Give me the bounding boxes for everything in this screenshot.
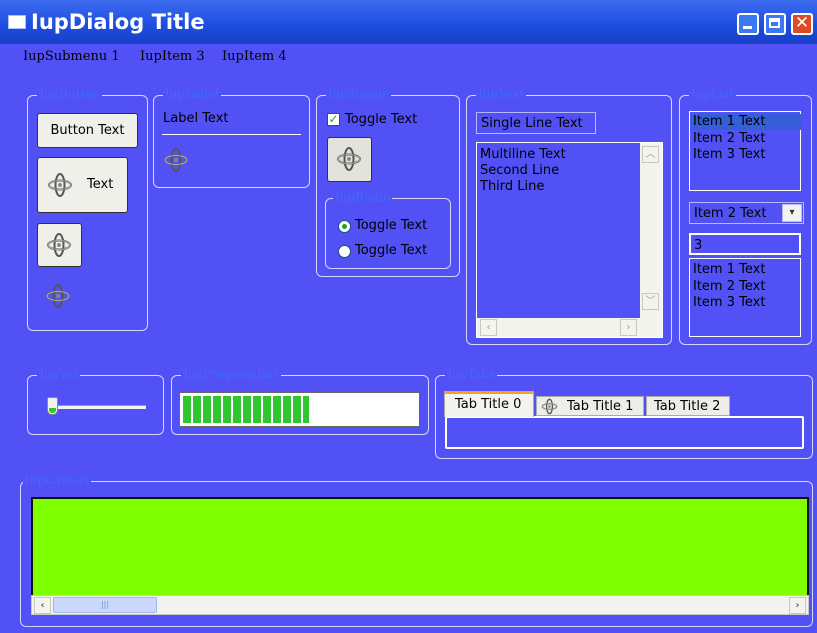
tab-title-2[interactable]: Tab Title 2 <box>646 396 730 416</box>
progress-fill <box>183 396 309 423</box>
iuplabel-legend: IupLabel <box>163 87 221 101</box>
multiline-line: Third Line <box>480 179 545 194</box>
scroll-right-icon[interactable]: › <box>620 319 637 336</box>
gimbal-icon <box>337 147 361 171</box>
iupcanvas-legend: IupCanvas <box>23 473 92 487</box>
scroll-right-icon[interactable]: › <box>789 597 806 614</box>
menu-item-3[interactable]: IupItem 3 <box>140 49 205 64</box>
toggle-label[interactable]: Toggle Text <box>345 112 417 127</box>
iuptext-legend: IupText <box>476 87 526 101</box>
maximize-button[interactable] <box>764 13 786 35</box>
multiline-line: Second Line <box>480 163 560 178</box>
iupval-legend: IupVal <box>37 367 80 381</box>
multiline-text-input[interactable]: Multiline Text Second Line Third Line ︿ … <box>476 142 663 338</box>
iupbutton-legend: IupButton <box>37 87 103 101</box>
chevron-down-icon[interactable]: ▾ <box>782 204 802 222</box>
vertical-scrollbar[interactable]: ︿ ﹀ <box>640 143 662 318</box>
horizontal-scrollbar[interactable]: ‹ › <box>477 318 662 337</box>
list-box-2[interactable]: Item 1 Text Item 2 Text Item 3 Text <box>689 258 801 337</box>
toggle-checkbox[interactable]: ✓ <box>327 113 340 126</box>
iuptabs-legend: IupTabs <box>445 367 498 381</box>
radio-button-1[interactable] <box>338 220 351 233</box>
scroll-up-icon[interactable]: ︿ <box>642 146 659 163</box>
window-icon <box>8 15 26 29</box>
tab-title-1-label: Tab Title 1 <box>567 399 634 414</box>
iupprogressbar-legend: IupProgressBar <box>181 367 281 381</box>
window-title: IupDialog Title <box>31 10 205 34</box>
label-separator <box>162 134 301 135</box>
scroll-down-icon[interactable]: ﹀ <box>642 293 659 310</box>
image-button[interactable] <box>37 223 82 267</box>
list-box-1[interactable]: Item 1 Text Item 2 Text Item 3 Text <box>689 111 801 191</box>
image-text-button[interactable]: Text <box>37 157 128 213</box>
text-button[interactable]: Button Text <box>37 113 138 148</box>
scroll-left-icon[interactable]: ‹ <box>480 319 497 336</box>
tab-title-0[interactable]: Tab Title 0 <box>444 391 534 417</box>
radio-label-1[interactable]: Toggle Text <box>355 218 427 233</box>
menu-submenu-1[interactable]: IupSubmenu 1 <box>23 49 120 64</box>
gimbal-icon[interactable] <box>45 283 71 309</box>
gimbal-icon <box>164 148 188 172</box>
gimbal-icon <box>48 173 72 197</box>
list-item[interactable]: Item 2 Text <box>693 279 765 295</box>
canvas-area[interactable] <box>31 497 809 597</box>
val-track[interactable] <box>48 405 146 409</box>
iuplist-legend: IupList <box>689 87 736 101</box>
dialog-window: IupDialog Title ✕ IupSubmenu 1 IupItem 3… <box>0 0 817 633</box>
single-line-text-input[interactable]: Single Line Text <box>476 112 596 134</box>
iupradio-frame: IupRadio <box>325 190 451 269</box>
dropdown-value: Item 2 Text <box>694 206 767 221</box>
canvas-horizontal-scrollbar[interactable]: ‹ ||| › <box>31 595 809 615</box>
list-item[interactable]: Item 3 Text <box>693 147 765 163</box>
multiline-line: Multiline Text <box>480 147 566 162</box>
minimize-button[interactable] <box>737 13 759 35</box>
iuptoggle-legend: IupToggle <box>326 87 391 101</box>
scroll-left-icon[interactable]: ‹ <box>34 597 51 614</box>
gimbal-icon <box>47 233 71 257</box>
image-button-label: Text <box>87 177 114 192</box>
image-toggle[interactable] <box>327 137 372 182</box>
list-item[interactable]: Item 1 Text <box>691 114 801 130</box>
val-slider-thumb[interactable] <box>47 397 58 415</box>
list-item[interactable]: Item 3 Text <box>693 295 765 311</box>
list-edit-input[interactable]: 3 <box>689 233 801 255</box>
list-item[interactable]: Item 2 Text <box>693 131 765 147</box>
progress-bar <box>179 392 420 427</box>
menu-bar: IupSubmenu 1 IupItem 3 IupItem 4 <box>0 45 817 69</box>
radio-button-2[interactable] <box>338 245 351 258</box>
tab-panel <box>445 416 804 449</box>
list-item[interactable]: Item 1 Text <box>693 262 765 278</box>
radio-label-2[interactable]: Toggle Text <box>355 243 427 258</box>
title-bar[interactable]: IupDialog Title ✕ <box>0 0 817 44</box>
iuplabel-frame: IupLabel <box>153 87 310 188</box>
dropdown-list[interactable]: Item 2 Text ▾ <box>689 202 804 224</box>
close-icon: ✕ <box>794 13 810 33</box>
tab-title-1[interactable]: Tab Title 1 <box>536 396 644 416</box>
menu-item-4[interactable]: IupItem 4 <box>222 49 287 64</box>
iupradio-legend: IupRadio <box>333 190 393 204</box>
label-text: Label Text <box>163 111 229 126</box>
scroll-thumb[interactable]: ||| <box>53 597 157 613</box>
gimbal-icon <box>541 398 558 415</box>
close-button[interactable]: ✕ <box>791 13 813 35</box>
